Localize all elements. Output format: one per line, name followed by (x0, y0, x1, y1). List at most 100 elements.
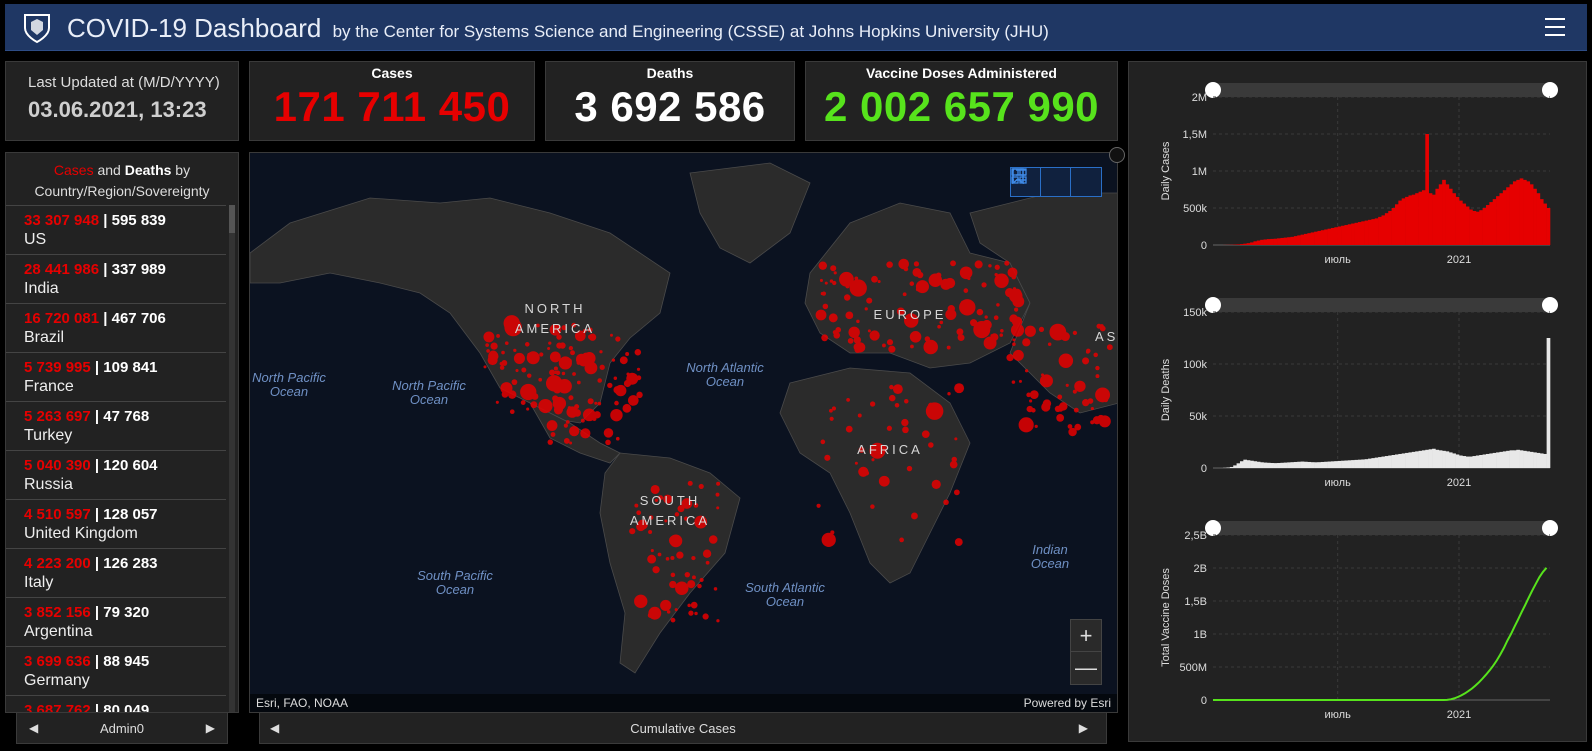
case-marker[interactable] (531, 393, 539, 400)
case-marker[interactable] (603, 428, 614, 438)
case-marker[interactable] (605, 439, 611, 446)
case-marker[interactable] (636, 367, 641, 371)
chart-bar[interactable] (1246, 460, 1251, 468)
case-marker[interactable] (674, 608, 678, 612)
case-marker[interactable] (829, 416, 834, 421)
case-marker[interactable] (864, 470, 870, 476)
case-marker[interactable] (613, 376, 618, 381)
chart-bar[interactable] (1280, 237, 1285, 245)
chart-bar[interactable] (1384, 213, 1389, 245)
case-marker[interactable] (910, 344, 914, 349)
case-marker[interactable] (490, 342, 498, 350)
case-marker[interactable] (563, 438, 570, 444)
list-item[interactable]: 33 307 948 | 595 839 US (6, 205, 226, 254)
case-marker[interactable] (886, 261, 893, 268)
time-slider-handle[interactable] (1205, 297, 1221, 313)
chart-bar[interactable] (1341, 225, 1345, 245)
case-marker[interactable] (1058, 353, 1074, 368)
case-marker[interactable] (877, 279, 881, 284)
case-marker[interactable] (597, 378, 602, 383)
chart-bar[interactable] (1334, 227, 1338, 245)
chart-bar[interactable] (1509, 450, 1514, 468)
chart-bar[interactable] (1260, 462, 1264, 468)
case-marker[interactable] (994, 264, 1000, 270)
case-marker[interactable] (824, 281, 828, 285)
case-marker[interactable] (1013, 307, 1019, 312)
chart-bar[interactable] (1475, 211, 1480, 245)
chart-bar[interactable] (1324, 229, 1328, 245)
case-marker[interactable] (832, 330, 837, 335)
chart-bar[interactable] (1469, 209, 1473, 245)
case-marker[interactable] (587, 398, 594, 405)
case-marker[interactable] (1090, 420, 1095, 425)
case-marker[interactable] (615, 384, 627, 397)
chart-bar[interactable] (1344, 225, 1349, 245)
chart-bar[interactable] (1533, 452, 1537, 468)
case-marker[interactable] (912, 267, 922, 277)
case-marker[interactable] (983, 336, 997, 350)
case-marker[interactable] (1012, 288, 1022, 298)
case-marker[interactable] (870, 504, 875, 509)
case-marker[interactable] (886, 425, 892, 431)
case-marker[interactable] (1093, 352, 1098, 358)
chart-bar[interactable] (1277, 238, 1281, 245)
case-marker[interactable] (614, 400, 619, 406)
chart-bar[interactable] (1445, 184, 1450, 245)
case-marker[interactable] (821, 291, 827, 296)
attribution-right[interactable]: Powered by Esri (1024, 696, 1111, 710)
case-marker[interactable] (1034, 424, 1038, 428)
case-marker[interactable] (582, 408, 596, 422)
case-marker[interactable] (970, 319, 978, 327)
case-marker[interactable] (846, 397, 850, 402)
chart-bar[interactable] (1357, 459, 1362, 468)
case-marker[interactable] (615, 436, 620, 441)
case-marker[interactable] (636, 375, 642, 381)
case-marker[interactable] (557, 407, 563, 413)
chart-bar[interactable] (1506, 450, 1510, 468)
chart-bar[interactable] (1320, 230, 1325, 245)
case-marker[interactable] (963, 288, 969, 293)
chart-bar[interactable] (1357, 222, 1362, 245)
chart-bar[interactable] (1236, 244, 1241, 245)
chart-bar[interactable] (1361, 459, 1365, 468)
chart-bar[interactable] (1361, 221, 1365, 245)
list-item[interactable]: 3 852 156 | 79 320 Argentina (6, 597, 226, 646)
chart-bar[interactable] (1482, 208, 1487, 245)
time-slider-track[interactable] (1213, 83, 1550, 97)
case-marker[interactable] (597, 401, 602, 406)
case-marker[interactable] (650, 549, 654, 553)
case-marker[interactable] (902, 292, 907, 297)
chart-bar[interactable] (1536, 193, 1541, 245)
case-marker[interactable] (619, 356, 628, 365)
case-marker[interactable] (943, 499, 949, 506)
chart-bar[interactable] (1314, 231, 1318, 245)
chart-bar[interactable] (1250, 242, 1254, 245)
case-marker[interactable] (569, 426, 580, 437)
case-marker[interactable] (1065, 383, 1069, 387)
case-marker[interactable] (1018, 379, 1022, 383)
case-marker[interactable] (954, 437, 958, 441)
chart-bar[interactable] (1539, 199, 1544, 245)
chart-bar[interactable] (1354, 222, 1359, 245)
case-marker[interactable] (1010, 323, 1025, 337)
case-marker[interactable] (561, 371, 566, 376)
case-marker[interactable] (1039, 374, 1053, 388)
case-marker[interactable] (599, 350, 603, 354)
chart-bar[interactable] (1246, 243, 1251, 245)
case-marker[interactable] (915, 287, 920, 292)
case-marker[interactable] (551, 384, 556, 389)
chart-bar[interactable] (1239, 461, 1244, 468)
case-marker[interactable] (816, 503, 821, 508)
case-marker[interactable] (1090, 406, 1094, 411)
chart-bar[interactable] (1374, 218, 1379, 245)
list-next-arrow-icon[interactable]: ▶ (206, 721, 215, 735)
chart-bar[interactable] (1378, 457, 1382, 468)
chart-bar[interactable] (1310, 462, 1315, 468)
case-marker[interactable] (609, 333, 613, 337)
chart-bar[interactable] (1344, 460, 1349, 468)
chart-bar[interactable] (1499, 193, 1504, 245)
chart-bar[interactable] (1324, 461, 1328, 468)
chart-bar[interactable] (1226, 467, 1231, 468)
case-marker[interactable] (1004, 260, 1010, 266)
chart-bar[interactable] (1465, 456, 1470, 468)
